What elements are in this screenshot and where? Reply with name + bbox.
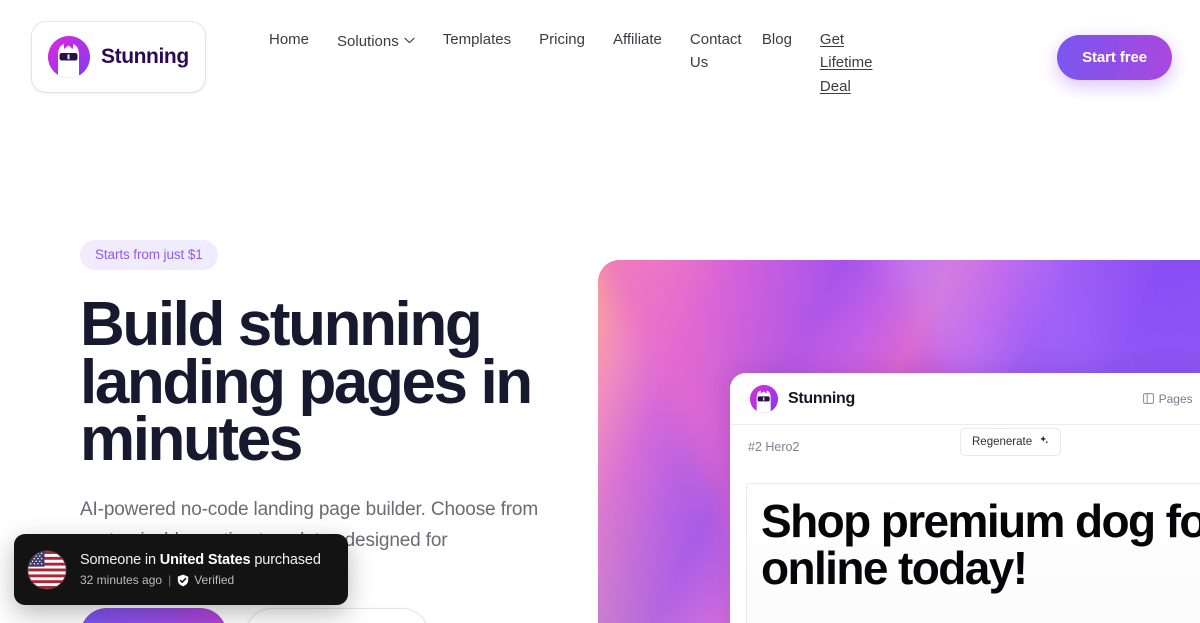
preview-canvas: Shop premium dog food online today! <box>730 469 1200 623</box>
nav-item-home[interactable]: Home <box>255 18 323 61</box>
start-free-button[interactable]: Start free <box>1057 35 1172 80</box>
preview-topbar: Stunning Pages Theme A <box>730 373 1200 425</box>
pages-grid-icon <box>1142 393 1154 404</box>
nav-item-affiliate[interactable]: Affiliate <box>599 18 676 61</box>
stunning-cat-sunglasses-icon <box>48 36 90 78</box>
hero-cta-group: Start free See templates <box>80 608 429 623</box>
regenerate-button[interactable]: Regenerate <box>960 428 1062 456</box>
pricing-badge: Starts from just $1 <box>80 240 218 270</box>
nav-item-blog[interactable]: Blog <box>748 18 806 61</box>
purchase-notification-toast[interactable]: Someone in United States purchased 32 mi… <box>14 534 348 605</box>
preview-section-label: #2 Hero2 <box>748 440 800 454</box>
nav-item-get-lifetime-deal[interactable]: Get Lifetime Deal <box>806 18 873 108</box>
hero-start-free-button[interactable]: Start free <box>80 608 227 623</box>
stunning-cat-sunglasses-icon <box>750 384 778 413</box>
preview-hero-card[interactable]: Shop premium dog food online today! <box>746 483 1200 623</box>
nav-item-solutions[interactable]: Solutions <box>323 18 429 63</box>
sparkle-icon <box>1038 435 1049 449</box>
preview-menu: Pages Theme A <box>1142 392 1200 406</box>
preview-canvas-heading: Shop premium dog food online today! <box>761 495 1200 594</box>
hero-see-templates-button[interactable]: See templates <box>244 608 429 623</box>
toast-location: United States <box>159 552 251 568</box>
nav-item-templates[interactable]: Templates <box>429 18 525 61</box>
landing-page: Stunning Home Solutions Templates Pricin… <box>0 0 1200 623</box>
brand-logo[interactable]: Stunning <box>32 22 205 92</box>
hero-preview-panel: Stunning Pages Theme A <box>598 260 1200 623</box>
preview-section-bar: #2 Hero2 Regenerate <box>730 425 1200 469</box>
chevron-down-icon <box>404 28 415 51</box>
us-flag-circle-icon <box>28 550 66 589</box>
app-preview-window: Stunning Pages Theme A <box>730 373 1200 623</box>
nav-item-pricing[interactable]: Pricing <box>525 18 599 61</box>
page-title: Build stunning landing pages in minutes <box>80 290 533 475</box>
toast-meta: 32 minutes ago | Verified <box>80 573 321 587</box>
toast-separator: | <box>168 573 172 587</box>
toast-body: Someone in United States purchased 32 mi… <box>80 552 321 587</box>
nav-item-contact-us[interactable]: Contact Us <box>676 18 748 85</box>
site-header: Stunning Home Solutions Templates Pricin… <box>0 0 1200 114</box>
hero-content: Starts from just $1 Build stunning landi… <box>80 240 580 623</box>
preview-menu-pages[interactable]: Pages <box>1142 392 1193 406</box>
main-navigation: Home Solutions Templates Pricing Affilia… <box>255 18 873 108</box>
toast-time: 32 minutes ago <box>80 573 163 587</box>
preview-brand-name: Stunning <box>788 389 855 407</box>
brand-name: Stunning <box>101 45 189 68</box>
status-badge: Verified <box>177 573 234 587</box>
shield-check-icon <box>177 574 189 587</box>
toast-message: Someone in United States purchased <box>80 552 321 568</box>
